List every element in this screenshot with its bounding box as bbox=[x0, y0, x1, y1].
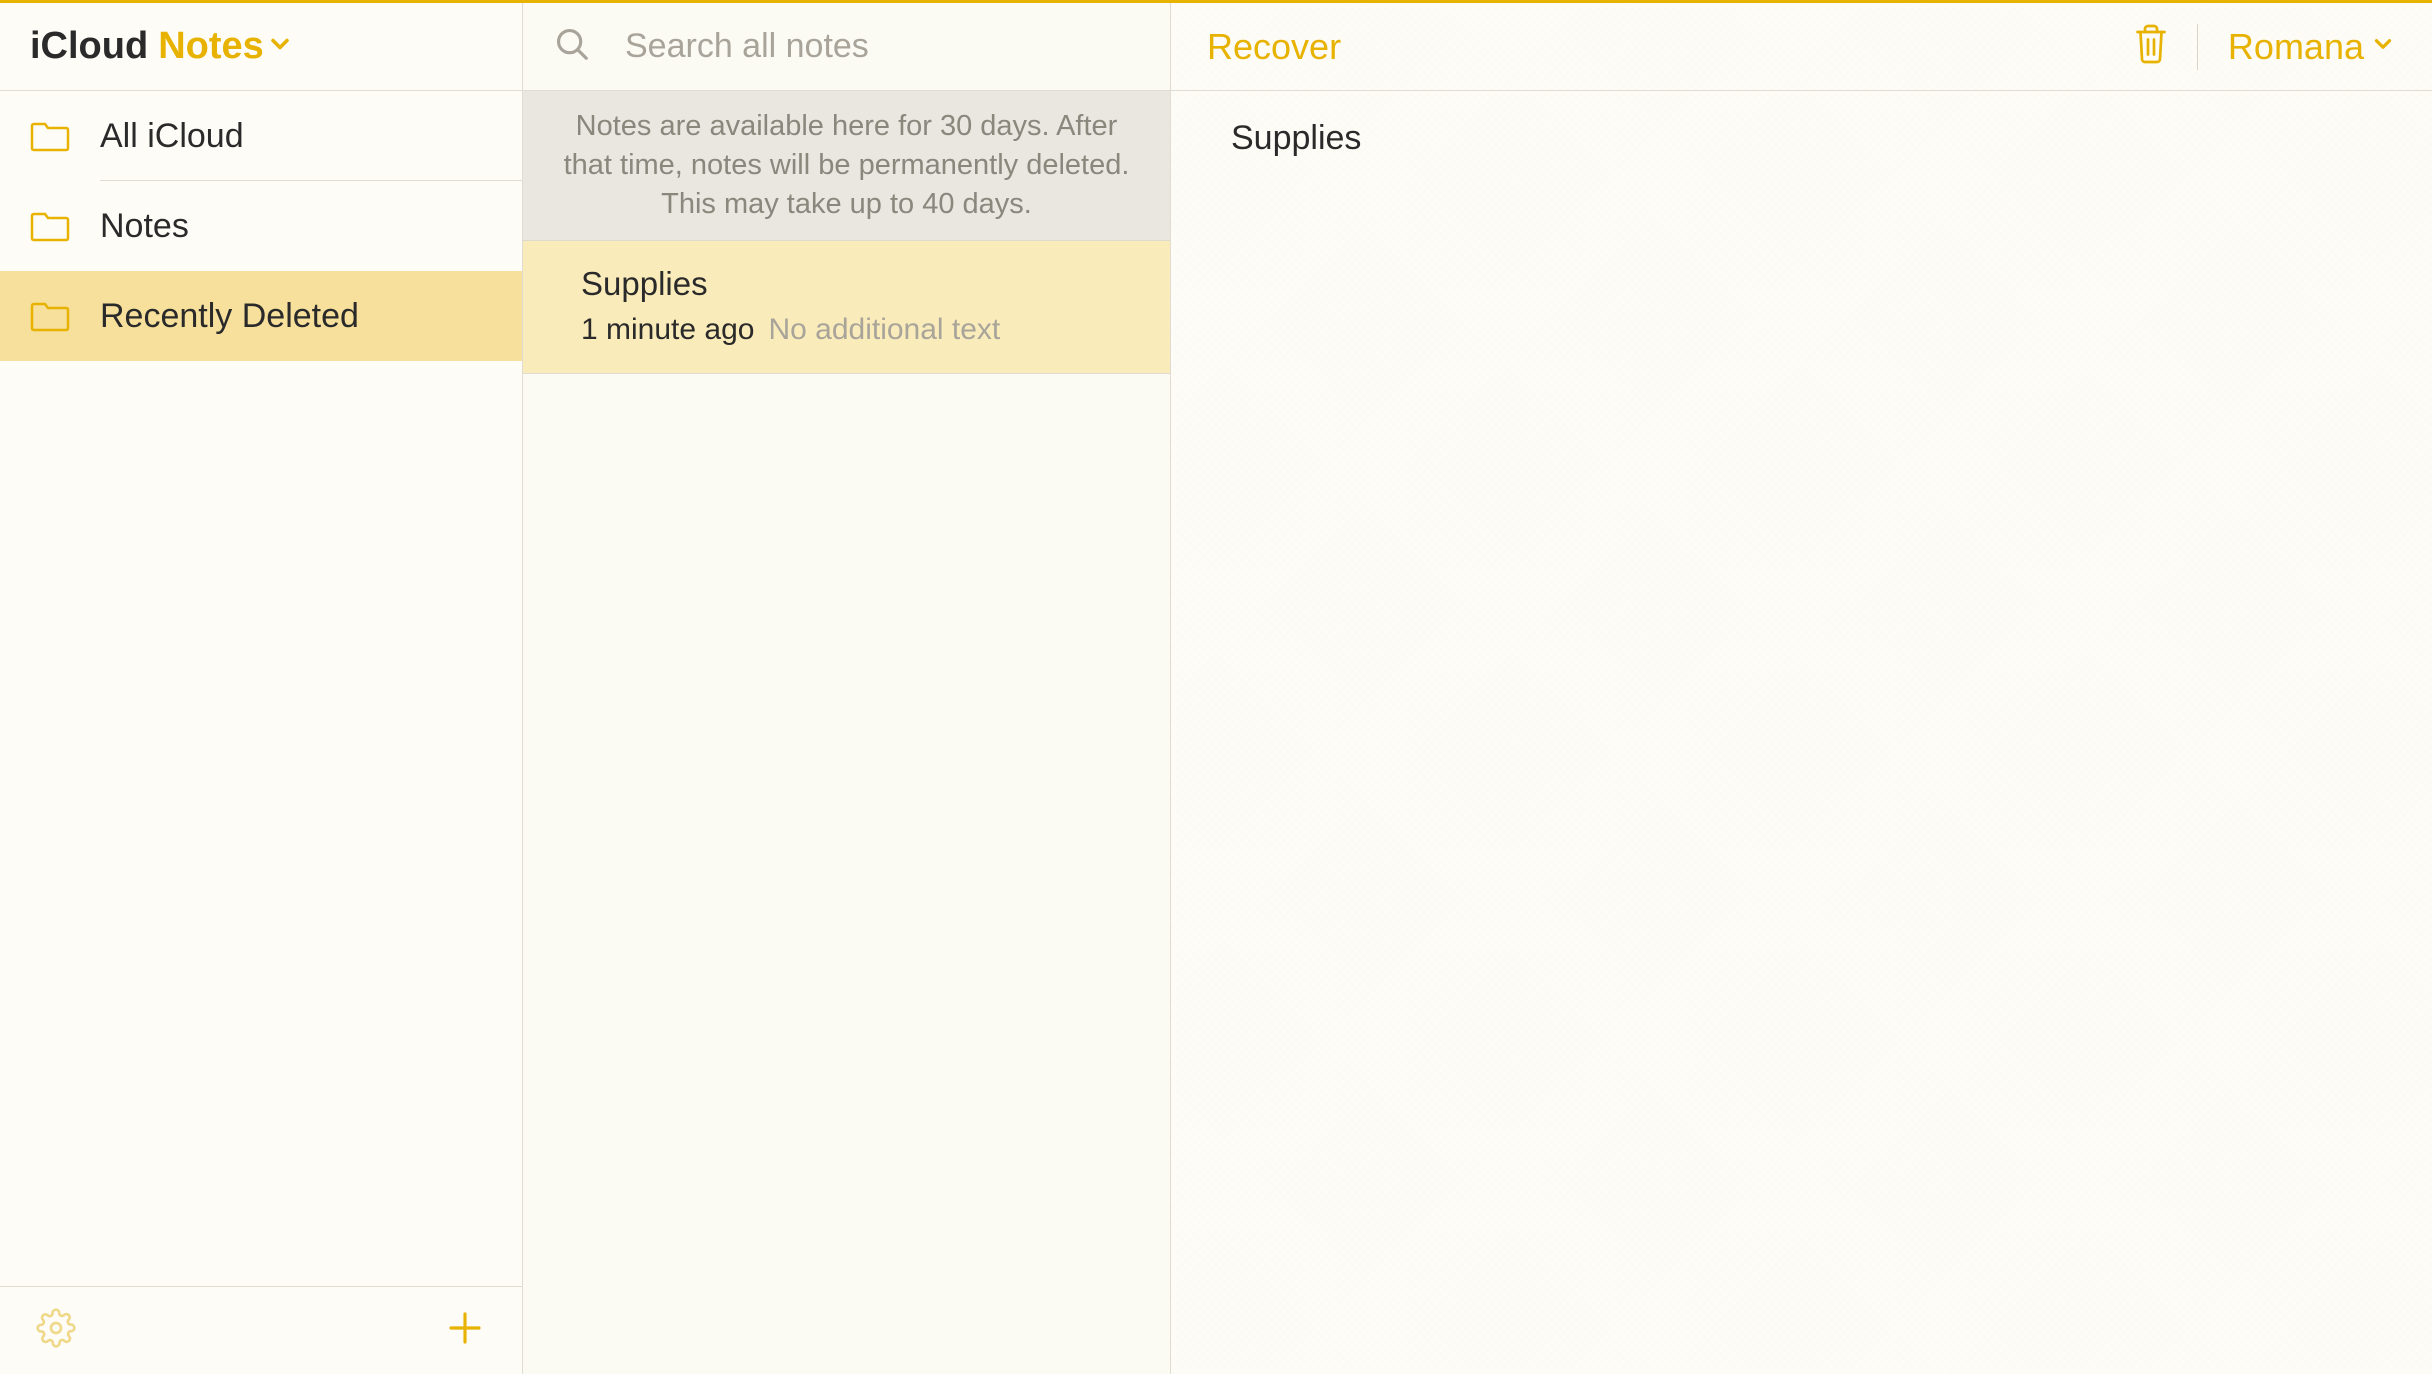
app-title-icloud: iCloud bbox=[30, 25, 148, 68]
gear-icon bbox=[36, 1308, 76, 1353]
search-bar bbox=[523, 3, 1170, 91]
note-list-time: 1 minute ago bbox=[581, 313, 754, 347]
sidebar: iCloud Notes All iCloud Notes bbox=[0, 3, 523, 1374]
app-title-notes: Notes bbox=[158, 25, 264, 68]
folder-label: All iCloud bbox=[100, 117, 244, 156]
chevron-down-icon bbox=[2370, 31, 2396, 62]
deleted-notice: Notes are available here for 30 days. Af… bbox=[523, 91, 1170, 241]
user-name: Romana bbox=[2228, 26, 2364, 68]
search-icon bbox=[553, 25, 591, 68]
folder-icon bbox=[30, 120, 70, 152]
folder-icon bbox=[30, 210, 70, 242]
folder-all-icloud[interactable]: All iCloud bbox=[0, 91, 522, 181]
app-container: iCloud Notes All iCloud Notes bbox=[0, 3, 2432, 1374]
chevron-down-icon bbox=[266, 30, 294, 63]
note-content-body[interactable]: Supplies bbox=[1171, 91, 2432, 1374]
folder-label: Notes bbox=[100, 207, 189, 246]
settings-button[interactable] bbox=[36, 1308, 76, 1353]
sidebar-footer bbox=[0, 1286, 522, 1374]
folder-list: All iCloud Notes Recently Deleted bbox=[0, 91, 522, 1286]
content-pane: Recover Romana Supplies bbox=[1171, 3, 2432, 1374]
plus-icon bbox=[444, 1307, 486, 1354]
notes-list-pane: Notes are available here for 30 days. Af… bbox=[523, 3, 1171, 1374]
sidebar-header[interactable]: iCloud Notes bbox=[0, 3, 522, 91]
note-content-title: Supplies bbox=[1231, 119, 2372, 158]
folder-icon bbox=[30, 300, 70, 332]
folder-recently-deleted[interactable]: Recently Deleted bbox=[0, 271, 522, 361]
folder-notes[interactable]: Notes bbox=[0, 181, 522, 271]
new-folder-button[interactable] bbox=[444, 1307, 486, 1354]
note-list-title: Supplies bbox=[581, 265, 1112, 303]
user-menu[interactable]: Romana bbox=[2198, 26, 2396, 68]
search-input[interactable] bbox=[625, 27, 1140, 66]
folder-label: Recently Deleted bbox=[100, 297, 359, 336]
note-list-preview: No additional text bbox=[768, 313, 1000, 347]
trash-icon bbox=[2133, 22, 2169, 71]
delete-button[interactable] bbox=[2105, 22, 2197, 71]
note-list-item[interactable]: Supplies 1 minute ago No additional text bbox=[523, 241, 1170, 374]
note-list-meta: 1 minute ago No additional text bbox=[581, 313, 1112, 347]
recover-button[interactable]: Recover bbox=[1207, 26, 1341, 68]
content-header: Recover Romana bbox=[1171, 3, 2432, 91]
